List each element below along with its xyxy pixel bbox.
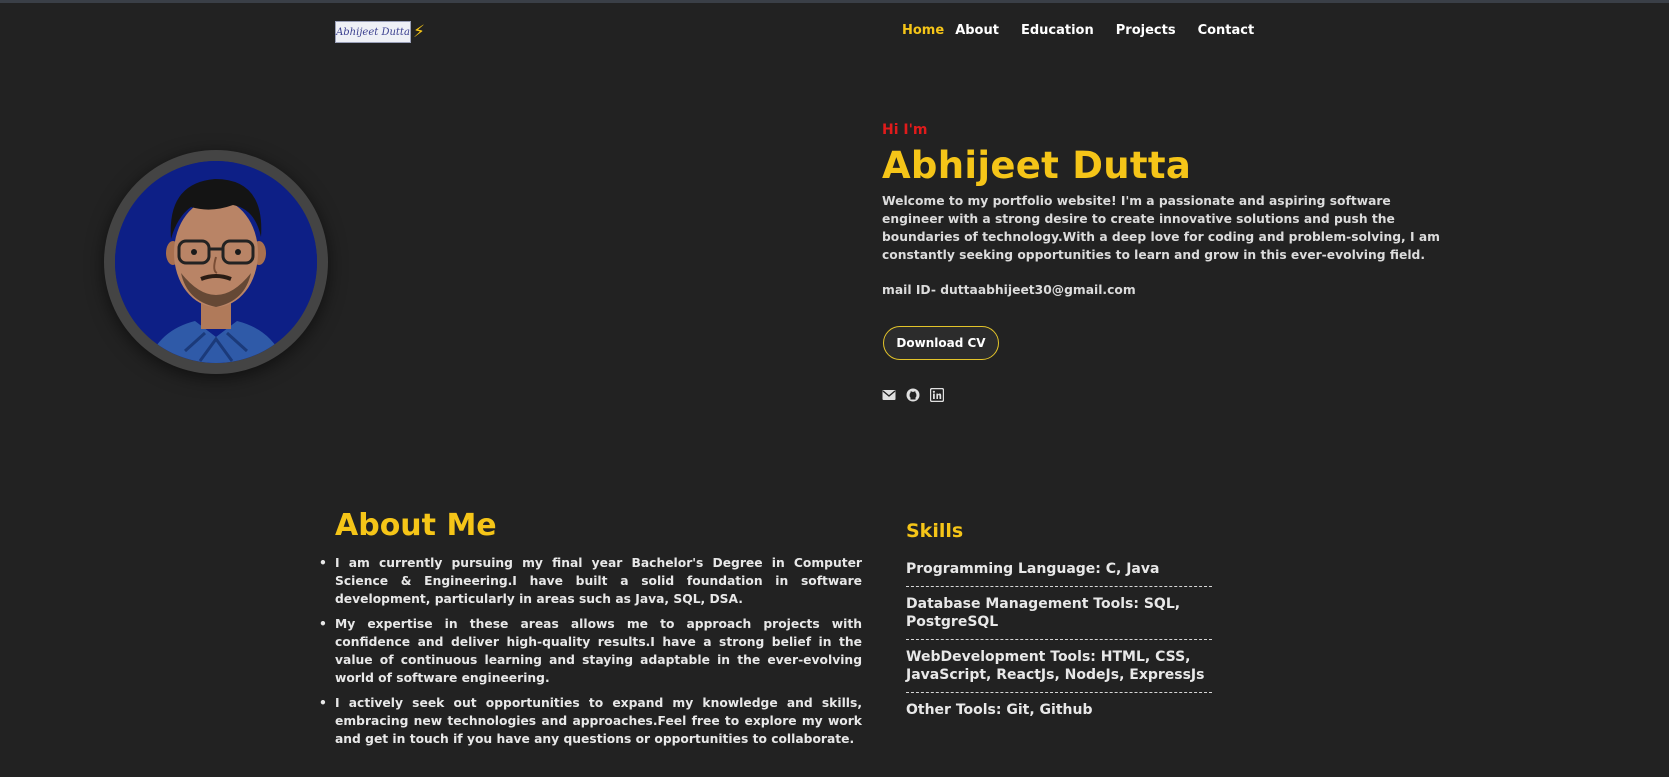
skill-item: Programming Language: C, Java (906, 560, 1212, 587)
site-logo[interactable]: Abhijeet Dutta ⚡ (335, 21, 425, 43)
hero-name: Abhijeet Dutta (882, 144, 1192, 187)
main-nav: Home About Education Projects Contact (902, 23, 1254, 38)
social-links (882, 387, 945, 403)
linkedin-icon[interactable] (929, 387, 945, 403)
nav-item-contact[interactable]: Contact (1198, 23, 1255, 38)
skills-list: Programming Language: C, Java Database M… (906, 560, 1212, 735)
logo-signature: Abhijeet Dutta (335, 21, 411, 43)
github-icon[interactable] (906, 387, 920, 402)
top-border (0, 0, 1669, 3)
skill-item: Database Management Tools: SQL, PostgreS… (906, 595, 1212, 640)
nav-item-about[interactable]: About (955, 23, 999, 38)
nav-item-education[interactable]: Education (1021, 23, 1094, 38)
skill-item: WebDevelopment Tools: HTML, CSS, JavaScr… (906, 648, 1212, 693)
profile-avatar (104, 150, 328, 374)
envelope-icon[interactable] (882, 387, 896, 401)
profile-photo (115, 161, 317, 363)
about-point: I actively seek out opportunities to exp… (319, 694, 862, 748)
person-portrait-illustration (115, 161, 317, 363)
about-list: I am currently pursuing my final year Ba… (319, 554, 862, 755)
about-point: My expertise in these areas allows me to… (319, 615, 862, 687)
nav-item-projects[interactable]: Projects (1116, 23, 1176, 38)
skill-item: Other Tools: Git, Github (906, 702, 1093, 718)
intro-paragraph: Welcome to my portfolio website! I'm a p… (882, 194, 1440, 262)
skills-title: Skills (906, 520, 964, 542)
about-title: About Me (335, 508, 497, 543)
greeting: Hi I'm (882, 122, 928, 138)
download-cv-button[interactable]: Download CV (883, 326, 999, 360)
about-point: I am currently pursuing my final year Ba… (319, 554, 862, 608)
lightning-bolt-icon: ⚡ (413, 22, 425, 42)
nav-item-home[interactable]: Home (902, 23, 944, 38)
email-text: mail ID- duttaabhijeet30@gmail.com (882, 283, 1136, 297)
